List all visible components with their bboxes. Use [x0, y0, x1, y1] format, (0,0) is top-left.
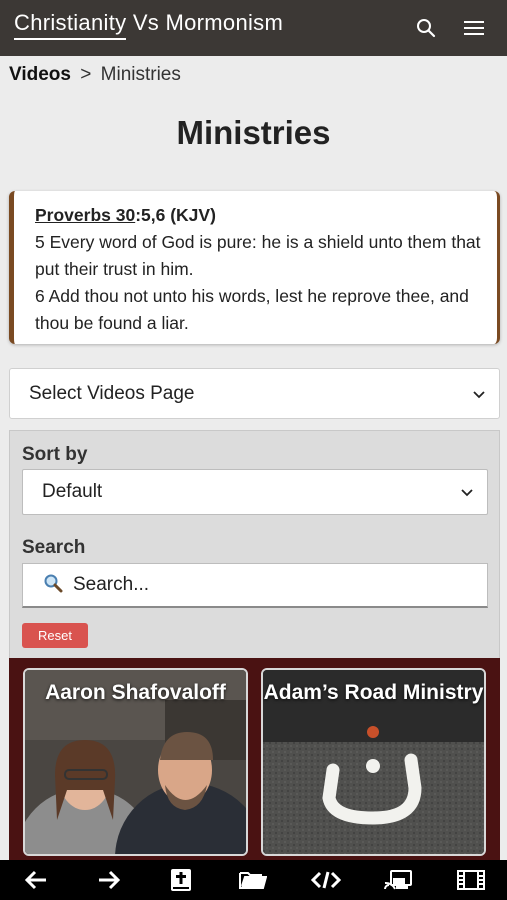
filter-panel: Sort by Default Search Reset — [9, 430, 500, 660]
back-arrow-icon[interactable] — [16, 862, 56, 898]
breadcrumb: Videos > Ministries — [9, 64, 181, 86]
verse-line-5: 5 Every word of God is pure: he is a shi… — [35, 232, 481, 279]
search-field — [22, 563, 488, 608]
cast-icon[interactable] — [378, 862, 418, 898]
breadcrumb-videos-link[interactable]: Videos — [9, 64, 71, 85]
breadcrumb-separator: > — [80, 64, 92, 85]
folder-icon[interactable] — [233, 862, 273, 898]
video-card-title: Aaron Shafovaloff — [45, 681, 226, 704]
page-title: Ministries — [176, 114, 331, 151]
chevron-down-icon — [473, 383, 485, 405]
breadcrumb-current: Ministries — [100, 64, 181, 85]
videos-page-select[interactable]: Select Videos Page — [9, 368, 500, 419]
verse-reference-link[interactable]: Proverbs 30 — [35, 205, 135, 225]
video-grid: Aaron Shafovaloff Adam’s Road Ministry — [9, 658, 500, 860]
menu-icon[interactable] — [460, 14, 488, 42]
search-input[interactable] — [73, 574, 453, 596]
forward-arrow-icon[interactable] — [89, 862, 129, 898]
sort-by-value: Default — [42, 481, 103, 502]
video-card[interactable]: Adam’s Road Ministry — [261, 668, 486, 856]
verse-box: Proverbs 30:5,6 (KJV) 5 Every word of Go… — [9, 191, 500, 344]
bible-icon[interactable] — [161, 862, 201, 898]
title-underline — [14, 38, 126, 40]
magnifier-icon — [43, 573, 63, 598]
verse-reference: Proverbs 30:5,6 (KJV) — [35, 202, 483, 229]
videos-page-select-value: Select Videos Page — [29, 382, 195, 404]
sort-by-select[interactable]: Default — [22, 469, 488, 515]
code-icon[interactable] — [306, 862, 346, 898]
video-card-title: Adam’s Road Ministry — [263, 681, 484, 704]
verse-reference-rest: :5,6 (KJV) — [135, 205, 216, 225]
search-label: Search — [22, 537, 86, 558]
verse-line-6: 6 Add thou not unto his words, lest he r… — [35, 286, 469, 333]
chevron-down-icon — [461, 481, 473, 503]
video-card[interactable]: Aaron Shafovaloff — [23, 668, 248, 856]
top-app-bar: Christianity Vs Mormonism — [0, 0, 507, 56]
film-icon[interactable] — [451, 862, 491, 898]
search-icon[interactable] — [412, 14, 440, 42]
site-title[interactable]: Christianity Vs Mormonism — [14, 10, 283, 36]
bottom-navigation-bar — [0, 860, 507, 900]
sort-by-label: Sort by — [22, 444, 88, 465]
reset-button[interactable]: Reset — [22, 623, 88, 648]
